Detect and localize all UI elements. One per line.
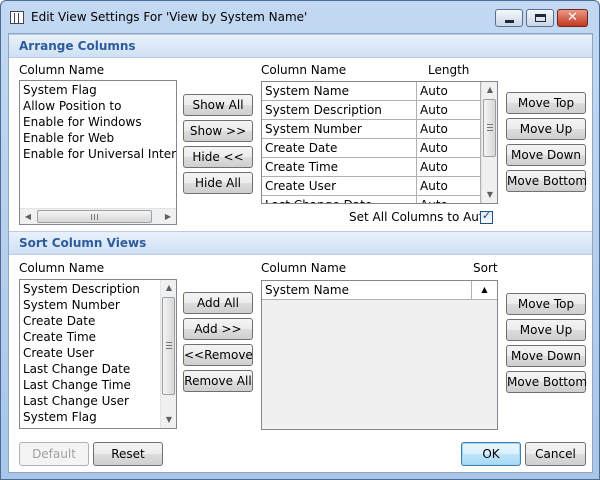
arrange-available-label: Column Name xyxy=(19,63,105,77)
grid-cell-length[interactable]: Auto xyxy=(417,139,481,157)
sort-available-item[interactable]: Create Time xyxy=(20,329,160,345)
arrange-available-item[interactable]: Enable for Web xyxy=(20,130,176,146)
grid-cell-name: Last Change Date xyxy=(262,196,417,203)
sort-move-top-button[interactable]: Move Top xyxy=(506,293,586,315)
arrange-available-list[interactable]: System Flag Allow Position to Enable for W… xyxy=(19,80,177,225)
scroll-up-icon[interactable]: ▲ xyxy=(482,82,497,98)
close-button[interactable]: ✕ xyxy=(557,9,588,27)
arrange-move-top-button[interactable]: Move Top xyxy=(506,92,586,114)
sort-row[interactable]: System Name ▲ xyxy=(262,281,497,300)
minimize-button[interactable] xyxy=(495,9,523,27)
vscroll-thumb[interactable] xyxy=(162,297,175,395)
sort-available-item[interactable]: Last Change Date xyxy=(20,361,160,377)
sort-available-label: Column Name xyxy=(19,261,105,275)
sort-columns-grid[interactable]: System Name ▲ xyxy=(261,280,498,430)
sort-available-item[interactable]: Last Change User xyxy=(20,393,160,409)
checkmark-icon: ✓ xyxy=(481,209,492,222)
arrange-columns-header: Arrange Columns xyxy=(9,34,592,58)
window-title: Edit View Settings For 'View by System N… xyxy=(31,10,308,24)
sort-row-name: System Name xyxy=(265,283,349,297)
sort-available-item[interactable]: Last Change Time xyxy=(20,377,160,393)
arrange-available-item[interactable]: Enable for Universal Interface xyxy=(20,146,176,162)
grid-row[interactable]: Create Date Auto xyxy=(262,139,481,158)
remove-button[interactable]: <<Remove xyxy=(183,344,253,366)
grid-cell-length[interactable]: Auto xyxy=(417,82,481,100)
sort-grid-col-sort: Sort xyxy=(473,261,498,275)
sort-move-bottom-button[interactable]: Move Bottom xyxy=(506,371,587,393)
grid-cell-name: System Number xyxy=(262,120,417,138)
dialog-client: Arrange Columns Column Name System Flag A… xyxy=(8,33,593,473)
arrange-available-item[interactable]: Allow Position to xyxy=(20,98,176,114)
arrange-columns-grid[interactable]: System Name Auto System Description Auto Sys… xyxy=(261,81,498,204)
grid-cell-length[interactable]: Auto xyxy=(417,177,481,195)
vscroll-thumb[interactable] xyxy=(483,99,496,157)
hscroll-thumb[interactable] xyxy=(37,210,152,223)
sort-available-item[interactable]: System Description xyxy=(20,281,160,297)
sort-move-down-button[interactable]: Move Down xyxy=(506,345,586,367)
hide-button[interactable]: Hide << xyxy=(183,146,253,168)
scroll-down-icon[interactable]: ▼ xyxy=(161,412,176,428)
ok-button[interactable]: OK xyxy=(461,442,521,466)
reset-button[interactable]: Reset xyxy=(93,442,163,466)
arrange-grid-vscroll[interactable]: ▲ ▼ xyxy=(481,82,497,203)
add-all-button[interactable]: Add All xyxy=(183,292,253,314)
set-all-auto-checkbox[interactable]: ✓ xyxy=(480,209,493,224)
title-bar[interactable]: Edit View Settings For 'View by System N… xyxy=(1,1,599,33)
set-all-auto-label: Set All Columns to Auto xyxy=(349,210,491,224)
remove-all-button[interactable]: Remove All xyxy=(183,370,253,392)
maximize-button[interactable] xyxy=(526,9,554,27)
arrange-move-up-button[interactable]: Move Up xyxy=(506,118,586,140)
cancel-button[interactable]: Cancel xyxy=(525,442,586,466)
sort-move-up-button[interactable]: Move Up xyxy=(506,319,586,341)
grid-cell-length[interactable]: Auto xyxy=(417,196,481,203)
table-icon xyxy=(10,11,24,24)
maximize-icon xyxy=(535,14,546,22)
grid-cell-name: Create User xyxy=(262,177,417,195)
grid-cell-name: System Description xyxy=(262,101,417,119)
close-icon: ✕ xyxy=(567,10,578,25)
grid-cell-length[interactable]: Auto xyxy=(417,120,481,138)
grid-cell-length[interactable]: Auto xyxy=(417,101,481,119)
sort-available-item[interactable]: Create User xyxy=(20,345,160,361)
arrange-grid-col-length: Length xyxy=(428,63,470,77)
sort-available-list[interactable]: System Description System Number Create Da… xyxy=(19,279,177,429)
grid-cell-length[interactable]: Auto xyxy=(417,158,481,176)
show-all-button[interactable]: Show All xyxy=(183,94,253,116)
add-button[interactable]: Add >> xyxy=(183,318,253,340)
grid-row[interactable]: System Name Auto xyxy=(262,82,481,101)
hide-all-button[interactable]: Hide All xyxy=(183,172,253,194)
arrange-available-hscroll[interactable]: ◀ ▶ xyxy=(20,208,176,224)
show-button[interactable]: Show >> xyxy=(183,120,253,142)
grid-row[interactable]: Last Change DateAuto xyxy=(262,196,481,203)
grid-cell-name: Create Date xyxy=(262,139,417,157)
grid-cell-name: Create Time xyxy=(262,158,417,176)
scroll-right-icon[interactable]: ▶ xyxy=(160,209,176,224)
minimize-icon xyxy=(505,20,514,23)
arrange-available-item[interactable]: System Flag xyxy=(20,82,176,98)
grid-row[interactable]: Create User Auto xyxy=(262,177,481,196)
grid-row[interactable]: System Number Auto xyxy=(262,120,481,139)
scroll-down-icon[interactable]: ▼ xyxy=(482,187,497,203)
arrange-move-bottom-button[interactable]: Move Bottom xyxy=(506,170,587,192)
sort-available-vscroll[interactable]: ▲ ▼ xyxy=(160,280,176,428)
dialog-window: Edit View Settings For 'View by System N… xyxy=(0,0,600,480)
grid-row[interactable]: Create Time Auto xyxy=(262,158,481,177)
sort-available-item[interactable]: System Flag xyxy=(20,409,160,425)
arrange-grid-col-name: Column Name xyxy=(261,63,347,77)
sort-column-views-header: Sort Column Views xyxy=(9,231,592,255)
sort-grid-col-name: Column Name xyxy=(261,261,347,275)
arrange-available-item[interactable]: Enable for Windows xyxy=(20,114,176,130)
sort-available-item[interactable]: System Number xyxy=(20,297,160,313)
sort-available-item[interactable]: Create Date xyxy=(20,313,160,329)
sort-ascending-icon[interactable]: ▲ xyxy=(471,281,497,299)
scroll-left-icon[interactable]: ◀ xyxy=(20,209,36,224)
arrange-move-down-button[interactable]: Move Down xyxy=(506,144,586,166)
grid-row[interactable]: System Description Auto xyxy=(262,101,481,120)
default-button[interactable]: Default xyxy=(19,442,89,466)
grid-cell-name: System Name xyxy=(262,82,417,100)
scroll-up-icon[interactable]: ▲ xyxy=(161,280,176,296)
